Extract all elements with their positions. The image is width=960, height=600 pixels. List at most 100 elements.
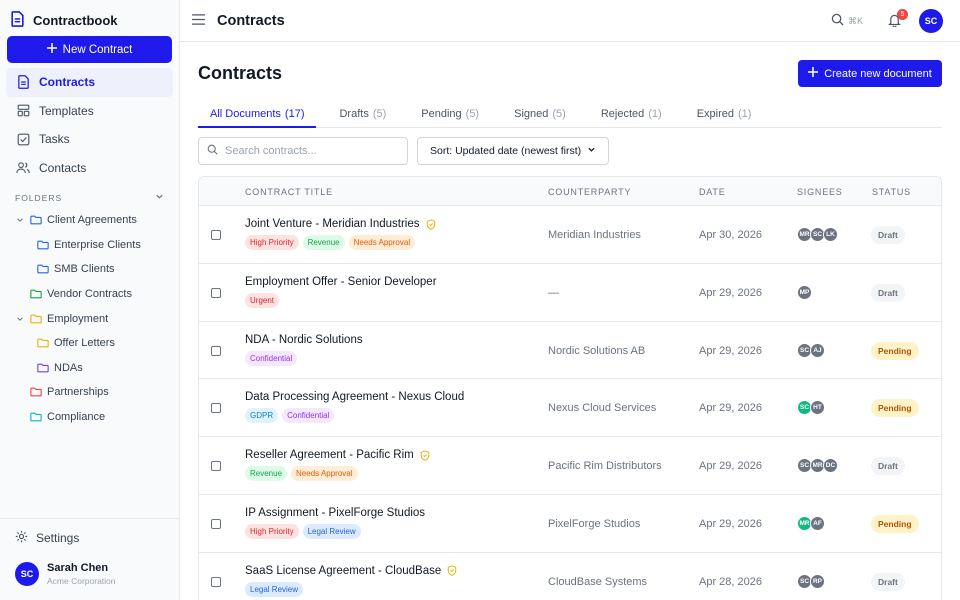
search-box[interactable]	[198, 137, 408, 165]
header-contract-title[interactable]: CONTRACT TITLE	[245, 187, 333, 197]
header-date[interactable]: DATE	[699, 187, 726, 197]
tab-label: Rejected	[600, 108, 645, 120]
signees-cell: SC RP	[797, 573, 825, 589]
folders-label: FOLDERS	[15, 192, 63, 203]
table-body: Joint Venture - Meridian Industries High …	[199, 206, 941, 600]
signee-avatar[interactable]: MP	[797, 284, 812, 300]
user-name: Sarah Chen	[47, 562, 109, 574]
folder-smb-clients[interactable]: SMB Clients	[0, 257, 179, 282]
date-cell: Apr 29, 2026	[699, 286, 762, 299]
table-row[interactable]: Joint Venture - Meridian Industries High …	[199, 206, 941, 264]
tab-drafts[interactable]: Drafts (5)	[327, 100, 398, 128]
tab-rejected[interactable]: Rejected (1)	[589, 100, 674, 128]
header-status[interactable]: STATUS	[872, 187, 911, 197]
folder-ndas[interactable]: NDAs	[0, 356, 179, 381]
table-header: CONTRACT TITLE COUNTERPARTY DATE SIGNEES…	[199, 177, 941, 206]
topbar-title: Contracts	[217, 12, 285, 29]
status-badge: Draft	[871, 457, 905, 476]
table-row[interactable]: Data Processing Agreement - Nexus Cloud G…	[199, 379, 941, 438]
signee-avatar[interactable]: RP	[810, 573, 825, 589]
chevron-down-icon[interactable]	[15, 216, 25, 224]
folder-employment[interactable]: Employment	[0, 306, 179, 331]
sidebar-item-contacts[interactable]: Contacts	[6, 154, 173, 183]
sort-dropdown[interactable]: Sort: Updated date (newest first)	[417, 137, 609, 165]
chevron-down-icon[interactable]	[15, 315, 25, 323]
sidebar-item-label: Tasks	[39, 132, 70, 147]
row-checkbox[interactable]	[211, 576, 221, 587]
new-contract-button[interactable]: New Contract	[7, 36, 172, 63]
tab-pending[interactable]: Pending (5)	[409, 100, 491, 128]
contract-title[interactable]: Reseller Agreement - Pacific Rim	[245, 449, 430, 461]
signee-avatar[interactable]: AF	[810, 515, 825, 531]
row-checkbox[interactable]	[211, 518, 221, 529]
folder-compliance[interactable]: Compliance	[0, 405, 179, 430]
folder-vendor-contracts[interactable]: Vendor Contracts	[0, 282, 179, 307]
row-checkbox[interactable]	[211, 230, 221, 240]
new-contract-label: New Contract	[62, 43, 133, 56]
status-badge: Pending	[871, 514, 919, 533]
folder-client-agreements[interactable]: Client Agreements	[0, 208, 179, 233]
contract-title[interactable]: NDA - Nordic Solutions	[245, 334, 363, 346]
table-row[interactable]: IP Assignment - PixelForge Studios High P…	[199, 495, 941, 553]
contract-title[interactable]: SaaS License Agreement - CloudBase	[245, 565, 457, 577]
tab-all-documents[interactable]: All Documents (17)	[198, 100, 317, 128]
tab-signed[interactable]: Signed (5)	[502, 100, 578, 128]
contracts-table: CONTRACT TITLE COUNTERPARTY DATE SIGNEES…	[198, 176, 942, 600]
tab-label: Drafts	[339, 108, 369, 120]
table-row[interactable]: SaaS License Agreement - CloudBase Legal …	[199, 553, 941, 600]
contract-title[interactable]: Employment Offer - Senior Developer	[245, 276, 437, 288]
notifications-button[interactable]: 5	[885, 9, 908, 30]
contract-title-text: Reseller Agreement - Pacific Rim	[245, 449, 414, 462]
folder-enterprise-clients[interactable]: Enterprise Clients	[0, 233, 179, 258]
row-checkbox[interactable]	[211, 403, 221, 414]
contract-title-text: Joint Venture - Meridian Industries	[245, 218, 420, 230]
settings-link[interactable]: Settings	[0, 519, 179, 557]
folder-offer-letters[interactable]: Offer Letters	[0, 331, 179, 356]
search-shortcut: ⌘K	[847, 15, 863, 26]
menu-icon[interactable]	[192, 13, 205, 28]
contract-title[interactable]: Joint Venture - Meridian Industries	[245, 218, 436, 230]
table-row[interactable]: NDA - Nordic Solutions Confidential Nordic…	[199, 322, 941, 380]
header-counterparty[interactable]: COUNTERPARTY	[548, 187, 631, 197]
chevron-down-icon[interactable]	[155, 192, 164, 203]
tag-list: High Priority Revenue Needs Approval	[245, 235, 436, 250]
folder-label: Vendor Contracts	[47, 288, 132, 301]
table-row[interactable]: Reseller Agreement - Pacific Rim Revenue N…	[199, 437, 941, 495]
topbar-avatar[interactable]: SC	[919, 9, 943, 33]
folder-label: Compliance	[47, 411, 106, 424]
tab-label: Pending	[421, 108, 462, 120]
signee-avatar[interactable]: DC	[823, 458, 838, 474]
tab-expired[interactable]: Expired (1)	[685, 100, 764, 128]
tag-needs-approval: Needs Approval	[291, 466, 358, 482]
folder-partnerships[interactable]: Partnerships	[0, 380, 179, 405]
row-checkbox[interactable]	[211, 287, 221, 298]
users-icon	[15, 161, 31, 174]
document-tabs: All Documents (17) Drafts (5) Pending (5) Sign…	[198, 100, 942, 128]
status-badge: Pending	[871, 399, 919, 418]
contract-title-text: Data Processing Agreement - Nexus Cloud	[245, 391, 465, 404]
plus-icon	[46, 43, 57, 56]
row-checkbox[interactable]	[211, 461, 221, 472]
signee-avatar[interactable]: AJ	[810, 342, 825, 358]
row-checkbox[interactable]	[211, 345, 221, 356]
signees-cell: MR AF	[797, 515, 825, 531]
folder-label: SMB Clients	[54, 263, 115, 276]
sidebar-item-contracts[interactable]: Contracts	[6, 68, 173, 97]
search-icon[interactable]	[831, 13, 844, 29]
signee-avatar[interactable]: LK	[823, 227, 838, 242]
folders-header[interactable]: FOLDERS	[15, 192, 164, 203]
contract-title[interactable]: Data Processing Agreement - Nexus Cloud	[245, 391, 464, 403]
tag-urgent: Urgent	[245, 292, 280, 308]
search-input[interactable]	[225, 145, 395, 157]
folder-icon	[37, 338, 49, 348]
sidebar-item-tasks[interactable]: Tasks	[6, 125, 173, 154]
create-document-button[interactable]: Create new document	[798, 60, 942, 87]
signees-cell: MP	[797, 284, 812, 300]
signee-avatar[interactable]: HT	[810, 400, 825, 416]
user-profile[interactable]: SC Sarah Chen Acme Corporation	[0, 557, 179, 591]
sidebar-item-templates[interactable]: Templates	[6, 97, 173, 126]
contract-title[interactable]: IP Assignment - PixelForge Studios	[245, 507, 425, 519]
folder-icon	[37, 363, 49, 373]
chevron-down-icon	[587, 145, 596, 157]
table-row[interactable]: Employment Offer - Senior Developer Urgen…	[199, 264, 941, 322]
